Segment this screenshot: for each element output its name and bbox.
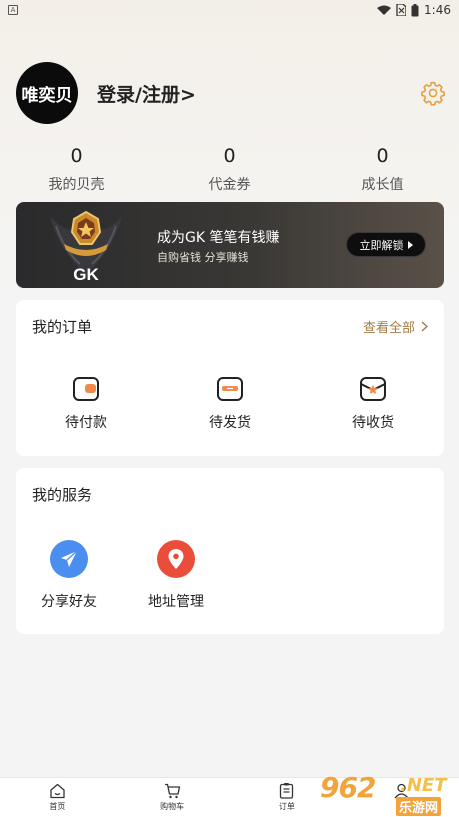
order-pending-payment[interactable]: 待付款: [36, 376, 136, 432]
wallet-icon: [73, 377, 99, 401]
order-pending-receipt[interactable]: 待收货: [323, 376, 423, 432]
vip-subtitle: 自购省钱 分享赚钱: [157, 251, 249, 264]
settings-gear-icon[interactable]: [420, 80, 446, 106]
unlock-button-label: 立即解锁: [359, 238, 404, 252]
order-label: 待收货: [352, 415, 394, 431]
site-watermark: 962 .NET 乐游网: [320, 771, 456, 816]
status-right: 1:46: [377, 3, 451, 17]
watermark-number: 962: [320, 771, 376, 804]
service-icon-circle: [50, 540, 88, 578]
stat-label: 代金券: [208, 177, 251, 193]
home-icon: [50, 783, 65, 799]
delivery-icon: [360, 377, 386, 401]
badge-label: GK: [73, 265, 99, 284]
location-pin-icon: [168, 549, 184, 569]
my-services-card: 我的服务 分享好友 地址管理: [16, 468, 444, 634]
gk-badge-icon: GK: [50, 210, 122, 284]
login-register-link[interactable]: 登录/注册>: [97, 80, 196, 107]
app-notification-icon: A: [8, 5, 18, 15]
stat-label: 成长值: [361, 177, 404, 193]
service-label: 分享好友: [41, 594, 97, 610]
profile-header: 唯奕贝 登录/注册>: [16, 62, 446, 124]
battery-icon: [411, 3, 419, 16]
watermark-suffix: .NET: [400, 775, 447, 796]
orders-title: 我的订单: [32, 318, 93, 336]
view-all-label: 查看全部: [362, 321, 415, 336]
tab-cart[interactable]: 购物车: [115, 778, 230, 817]
service-address-management[interactable]: 地址管理: [136, 540, 216, 611]
my-orders-card: 我的订单 查看全部 待付款 待发货 待收货: [16, 300, 444, 456]
view-all-orders-link[interactable]: 查看全部: [363, 317, 428, 336]
service-label: 地址管理: [148, 594, 204, 610]
watermark-name: 乐游网: [396, 797, 442, 816]
service-icon-circle: [157, 540, 195, 578]
chevron-right-icon: [421, 321, 428, 332]
services-title: 我的服务: [32, 486, 93, 504]
account-stats: 0 我的贝壳 0 代金券 0 成长值: [0, 144, 459, 196]
status-left: A: [8, 5, 18, 15]
status-time: 1:46: [424, 3, 451, 17]
box-icon: [217, 377, 243, 401]
tab-home[interactable]: 首页: [0, 778, 115, 817]
unlock-button[interactable]: 立即解锁: [346, 232, 426, 257]
stat-value: 0: [376, 145, 389, 167]
vip-title: 成为GK 笔笔有钱赚: [157, 230, 280, 246]
stat-growth[interactable]: 0 成长值: [306, 144, 459, 196]
vip-banner[interactable]: GK 成为GK 笔笔有钱赚 自购省钱 分享赚钱 立即解锁: [16, 202, 444, 288]
order-label: 待付款: [65, 415, 107, 431]
stat-value: 0: [70, 145, 83, 167]
stat-shells[interactable]: 0 我的贝壳: [0, 144, 153, 196]
no-sim-icon: [396, 4, 407, 16]
tab-label: 购物车: [160, 802, 185, 811]
avatar[interactable]: 唯奕贝: [16, 62, 78, 124]
paper-plane-icon: [61, 550, 78, 567]
service-share-friends[interactable]: 分享好友: [29, 540, 109, 611]
order-pending-shipment[interactable]: 待发货: [180, 376, 280, 432]
tab-label: 首页: [49, 802, 66, 811]
stat-value: 0: [223, 145, 236, 167]
caret-right-icon: [407, 240, 413, 249]
stat-vouchers[interactable]: 0 代金券: [153, 144, 306, 196]
order-label: 待发货: [209, 415, 251, 431]
status-bar: A 1:46: [0, 0, 459, 20]
cart-icon: [164, 783, 180, 799]
wifi-icon: [377, 5, 392, 15]
stat-label: 我的贝壳: [48, 177, 105, 193]
order-list-icon: [280, 783, 294, 799]
